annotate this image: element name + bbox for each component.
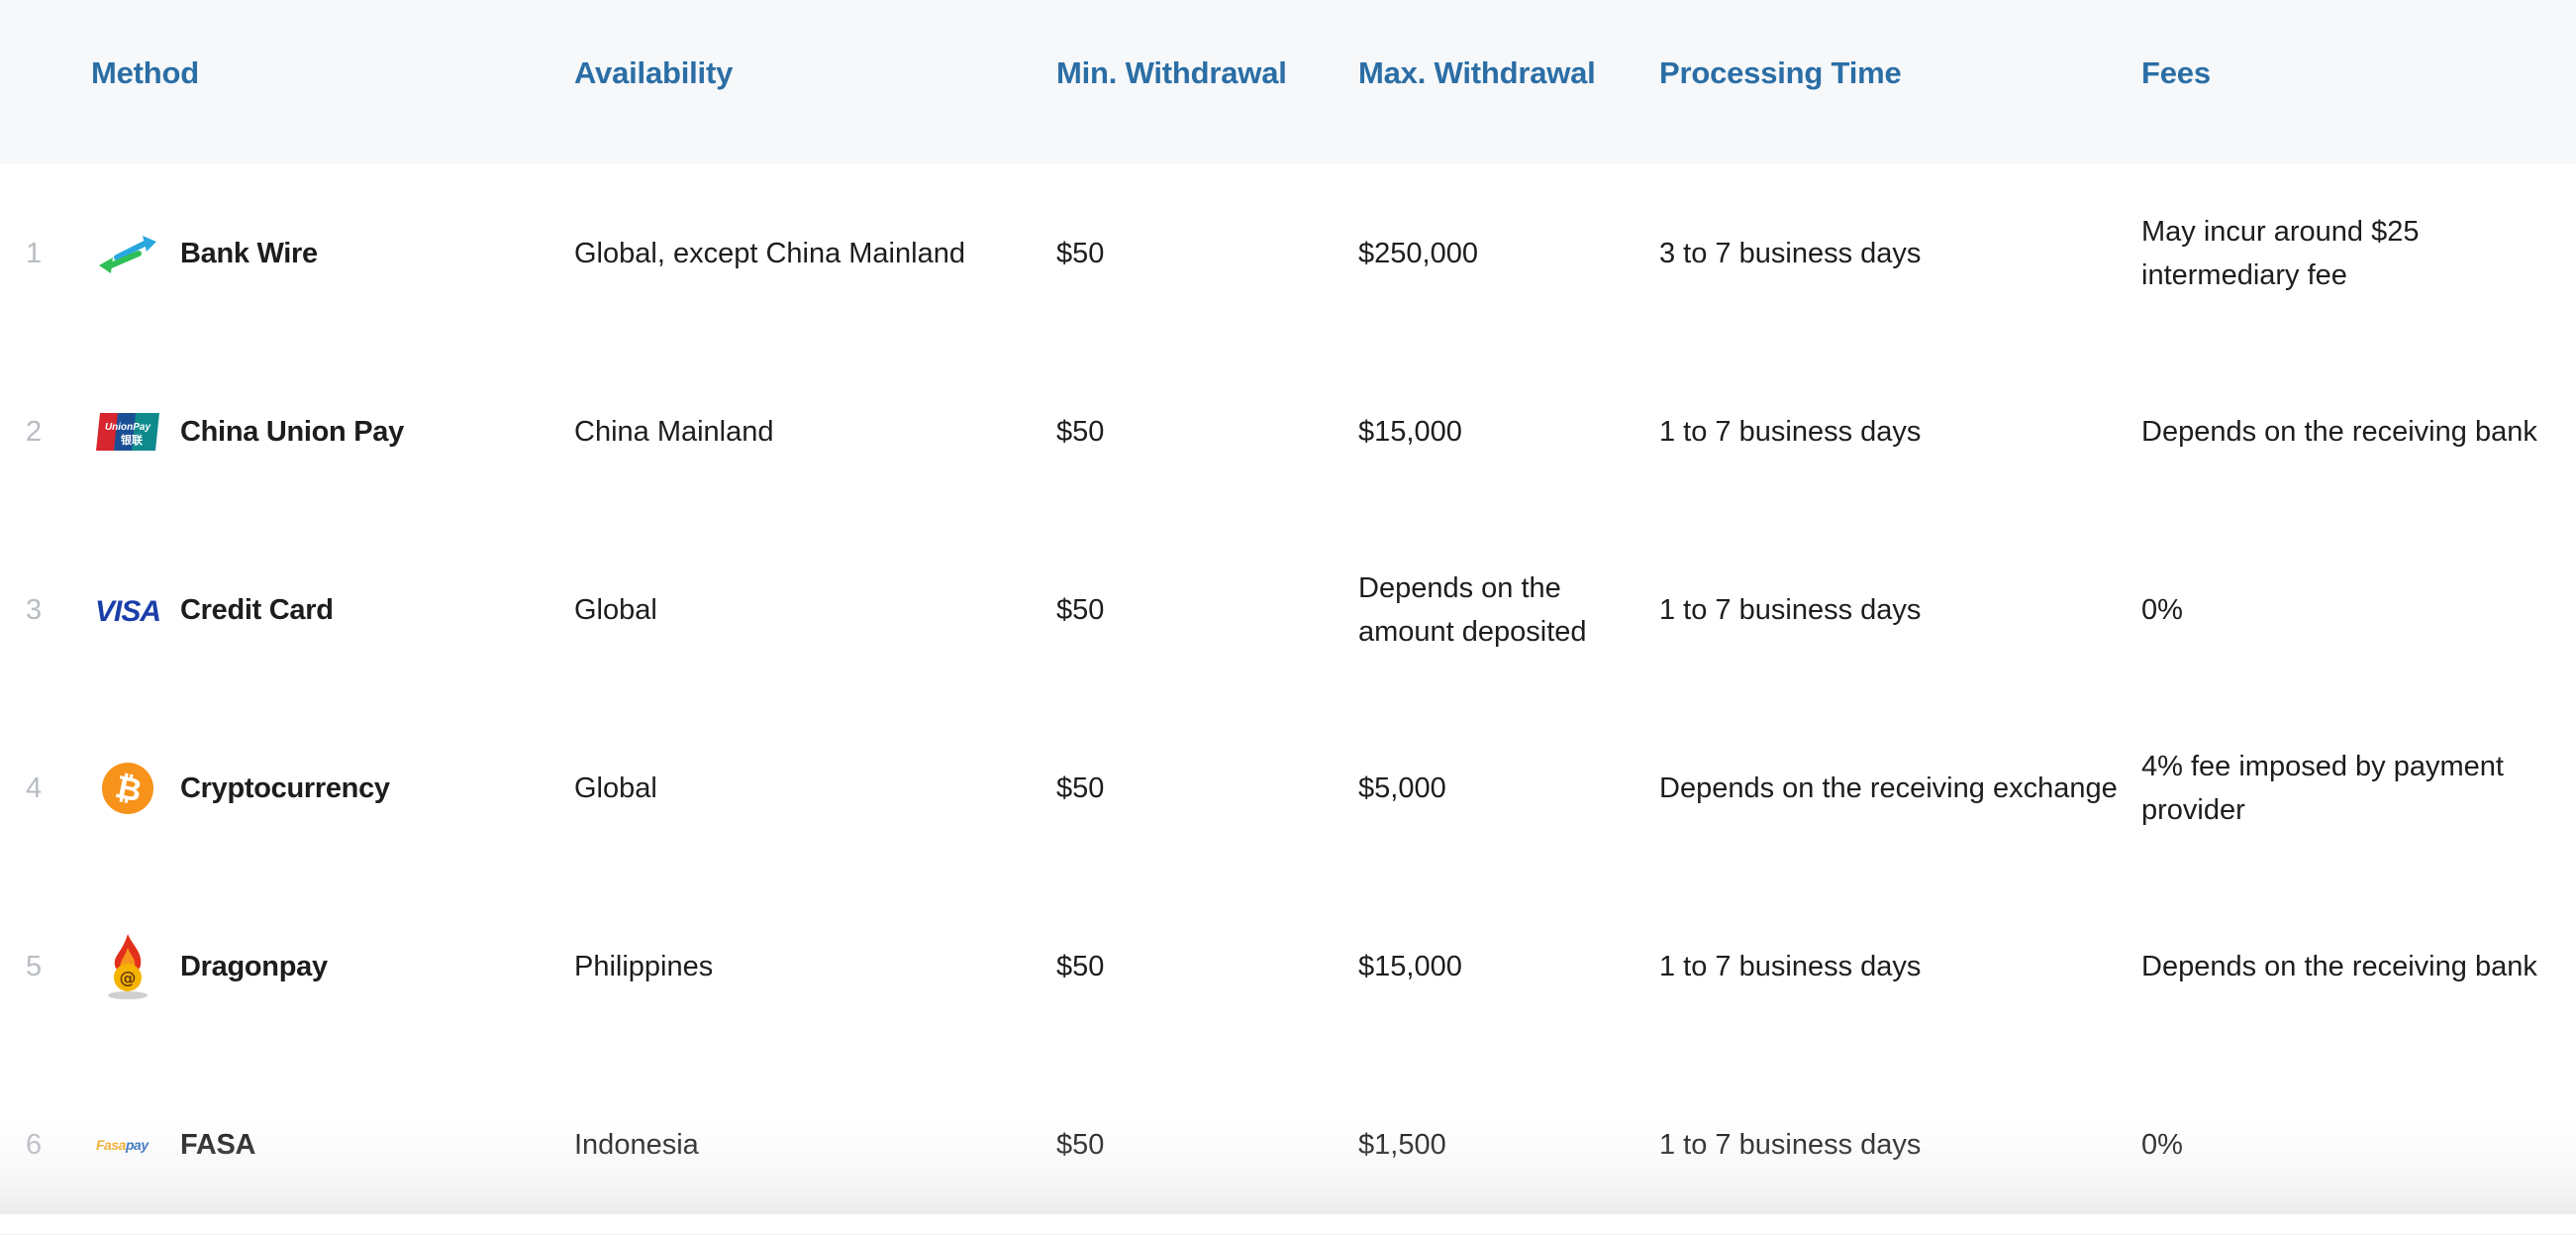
visa-icon: VISA: [93, 521, 162, 699]
row-index: 6: [26, 1129, 43, 1161]
row-index: 1: [26, 238, 43, 269]
max-withdrawal: Depends on the amount deposited: [1358, 572, 1587, 648]
method-name: China Union Pay: [180, 416, 404, 448]
max-withdrawal: $15,000: [1358, 416, 1462, 448]
svg-text:Fasa: Fasa: [96, 1137, 127, 1153]
table-row: 6 Fasa pay FASA Indonesia $50 $1,500 1 t…: [0, 1056, 2576, 1235]
row-index: 3: [26, 594, 43, 626]
min-withdrawal: $50: [1056, 951, 1105, 982]
fees: Depends on the receiving bank: [2141, 416, 2537, 448]
method-name: Cryptocurrency: [180, 772, 390, 804]
processing-time: 1 to 7 business days: [1659, 416, 1922, 448]
svg-text:VISA: VISA: [95, 595, 160, 625]
dragonpay-icon: @: [93, 877, 162, 1056]
header-max-withdrawal[interactable]: Max. Withdrawal: [1358, 53, 1596, 93]
max-withdrawal: $250,000: [1358, 238, 1478, 269]
row-index: 5: [26, 951, 43, 982]
method-name: FASA: [180, 1129, 256, 1161]
processing-time: Depends on the receiving exchange: [1659, 772, 2118, 804]
method-name: Credit Card: [180, 594, 334, 626]
fees: Depends on the receiving bank: [2141, 951, 2537, 982]
header-processing-time[interactable]: Processing Time: [1659, 53, 1902, 93]
table-row: 1 Bank Wire Global, except China Mainlan…: [0, 164, 2576, 344]
max-withdrawal: $1,500: [1358, 1129, 1446, 1161]
min-withdrawal: $50: [1056, 238, 1105, 269]
bitcoin-icon: ₿: [93, 699, 162, 877]
withdrawal-methods-table: Method Availability Min. Withdrawal Max.…: [0, 0, 2576, 1235]
max-withdrawal: $15,000: [1358, 951, 1462, 982]
fees: May incur around $25 intermediary fee: [2141, 216, 2420, 291]
fees: 4% fee imposed by payment provider: [2141, 751, 2504, 826]
bank-wire-icon: [93, 164, 162, 343]
method-name: Bank Wire: [180, 238, 318, 269]
header-fees[interactable]: Fees: [2141, 53, 2211, 93]
availability: China Mainland: [574, 416, 774, 448]
min-withdrawal: $50: [1056, 416, 1105, 448]
svg-text:银联: 银联: [121, 433, 143, 447]
processing-time: 1 to 7 business days: [1659, 951, 1922, 982]
processing-time: 3 to 7 business days: [1659, 238, 1922, 269]
availability: Global, except China Mainland: [574, 238, 965, 269]
availability: Philippines: [574, 951, 714, 982]
fees: 0%: [2141, 594, 2183, 626]
fasapay-icon: Fasa pay: [93, 1056, 162, 1234]
svg-text:@: @: [120, 969, 137, 988]
min-withdrawal: $50: [1056, 772, 1105, 804]
min-withdrawal: $50: [1056, 594, 1105, 626]
table-row: 3 VISA Credit Card Global $50 Depends on…: [0, 521, 2576, 700]
table-row: 5 @ Dragonpay Philippines $50 $15,000 1 …: [0, 877, 2576, 1057]
method-name: Dragonpay: [180, 951, 328, 982]
header-min-withdrawal[interactable]: Min. Withdrawal: [1056, 53, 1287, 93]
table-row: 2 UnionPay 银联 China Union Pay China Main…: [0, 343, 2576, 522]
header-method[interactable]: Method: [91, 53, 199, 93]
header-availability[interactable]: Availability: [574, 53, 733, 93]
min-withdrawal: $50: [1056, 1129, 1105, 1161]
table-row: 4 ₿ Cryptocurrency Global $50 $5,000 Dep…: [0, 699, 2576, 878]
row-index: 2: [26, 416, 43, 448]
availability: Global: [574, 594, 657, 626]
processing-time: 1 to 7 business days: [1659, 1129, 1922, 1161]
fees: 0%: [2141, 1129, 2183, 1161]
svg-text:pay: pay: [125, 1137, 149, 1153]
max-withdrawal: $5,000: [1358, 772, 1446, 804]
table-header: Method Availability Min. Withdrawal Max.…: [0, 0, 2576, 164]
processing-time: 1 to 7 business days: [1659, 594, 1922, 626]
row-index: 4: [26, 772, 43, 804]
availability: Global: [574, 772, 657, 804]
availability: Indonesia: [574, 1129, 699, 1161]
unionpay-logo-text: UnionPay: [105, 422, 151, 433]
unionpay-icon: UnionPay 银联: [93, 343, 162, 521]
